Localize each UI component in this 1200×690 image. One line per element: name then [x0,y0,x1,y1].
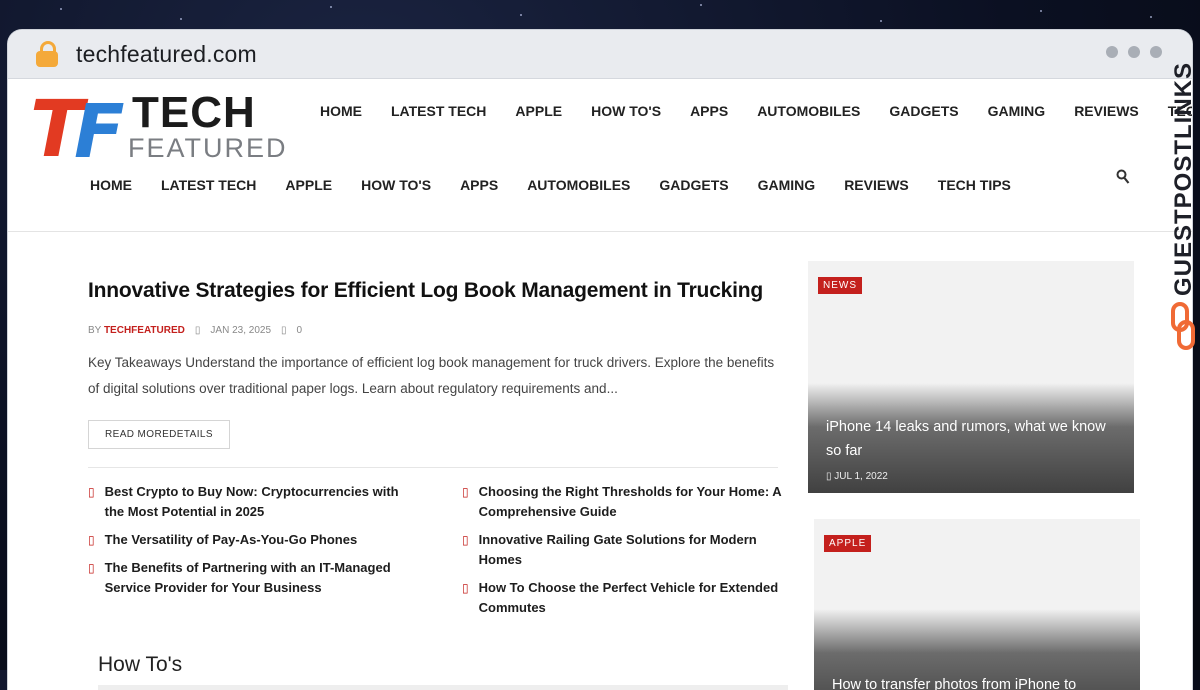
section-heading-bar [98,685,788,690]
web-page: T F TECH FEATURED HOME LATEST TECH APPLE… [8,79,1192,690]
featured-post: Innovative Strategies for Efficient Log … [88,279,788,626]
nav-gadgets[interactable]: GADGETS [889,103,958,119]
nav-apple[interactable]: APPLE [515,103,562,119]
logo-word-tech: TECH [132,88,256,137]
nav-tech-tips[interactable]: TECH TIPS [938,177,1011,193]
read-more-button[interactable]: READ MOREDETAILS [88,420,230,449]
post-meta: BY TECHFEATURED ▯ JAN 23, 2025 ▯ 0 [88,325,788,336]
side-card-news[interactable]: NEWS iPhone 14 leaks and rumors, what we… [808,261,1134,493]
clock-icon: ▯ [194,325,201,336]
section-heading: How To's [98,653,183,676]
nav-home[interactable]: HOME [320,103,362,119]
nav-latest-tech[interactable]: LATEST TECH [161,177,256,193]
card-title[interactable]: iPhone 14 leaks and rumors, what we know… [826,415,1120,463]
side-card-apple[interactable]: APPLE How to transfer photos from iPhone… [814,519,1140,690]
nav-reviews[interactable]: REVIEWS [1074,103,1139,119]
nav-reviews[interactable]: REVIEWS [844,177,909,193]
main-nav: HOME LATEST TECH APPLE HOW TO'S APPS AUT… [90,177,1011,193]
address-bar[interactable]: techfeatured.com [8,30,1192,79]
related-column-right: ▯ Choosing the Right Thresholds for Your … [462,482,788,626]
bullet-icon: ▯ [88,561,95,575]
nav-latest-tech[interactable]: LATEST TECH [391,103,486,119]
url-text[interactable]: techfeatured.com [76,41,257,68]
chain-link-icon [1171,302,1195,350]
lock-icon [36,41,58,67]
post-excerpt: Key Takeaways Understand the importance … [88,355,775,396]
section-divider [88,467,778,468]
bullet-icon: ▯ [462,533,469,547]
search-icon[interactable] [1116,169,1130,190]
related-link[interactable]: ▯ The Benefits of Partnering with an IT-M… [88,558,414,598]
card-title[interactable]: How to transfer photos from iPhone to Co… [832,673,1126,690]
logo-mark-f: F [74,89,125,175]
post-title[interactable]: Innovative Strategies for Efficient Log … [88,279,788,303]
comment-icon: ▯ [281,325,287,336]
window-dot-icon[interactable] [1150,46,1162,58]
nav-gaming[interactable]: GAMING [988,103,1046,119]
bullet-icon: ▯ [462,485,469,499]
logo-word-featured: FEATURED [128,133,288,163]
window-dot-icon[interactable] [1128,46,1140,58]
bullet-icon: ▯ [88,533,95,547]
related-link[interactable]: ▯ Innovative Railing Gate Solutions for M… [462,530,788,570]
top-nav: HOME LATEST TECH APPLE HOW TO'S APPS AUT… [320,103,1192,119]
nav-gaming[interactable]: GAMING [758,177,816,193]
category-badge[interactable]: NEWS [818,277,862,294]
related-link[interactable]: ▯ The Versatility of Pay-As-You-Go Phones [88,530,414,550]
window-controls [1106,46,1162,58]
window-dot-icon[interactable] [1106,46,1118,58]
by-label: BY [88,325,102,336]
related-column-left: ▯ Best Crypto to Buy Now: Cryptocurrencie… [88,482,414,626]
bullet-icon: ▯ [88,485,95,499]
related-link[interactable]: ▯ Choosing the Right Thresholds for Your … [462,482,788,522]
nav-how-tos[interactable]: HOW TO'S [361,177,431,193]
related-link[interactable]: ▯ Best Crypto to Buy Now: Cryptocurrencie… [88,482,414,522]
nav-apps[interactable]: APPS [690,103,728,119]
post-date: JAN 23, 2025 [210,325,272,336]
header-divider [8,231,1192,232]
card-date: ▯ JUL 1, 2022 [826,471,888,482]
post-author[interactable]: TECHFEATURED [104,325,185,336]
nav-automobiles[interactable]: AUTOMOBILES [757,103,860,119]
related-links: ▯ Best Crypto to Buy Now: Cryptocurrencie… [88,482,788,626]
bullet-icon: ▯ [462,581,469,595]
category-badge[interactable]: APPLE [824,535,872,552]
related-link[interactable]: ▯ How To Choose the Perfect Vehicle for E… [462,578,788,618]
nav-how-tos[interactable]: HOW TO'S [591,103,661,119]
watermark-text: GUESTPOSTLINKS [1170,61,1197,297]
browser-window: techfeatured.com T F TECH FEATURED HOME … [8,30,1192,690]
nav-apps[interactable]: APPS [460,177,498,193]
nav-gadgets[interactable]: GADGETS [659,177,728,193]
site-logo[interactable]: T F TECH FEATURED [30,89,310,179]
nav-automobiles[interactable]: AUTOMOBILES [527,177,630,193]
nav-home[interactable]: HOME [90,177,132,193]
comment-count[interactable]: 0 [297,325,303,336]
nav-apple[interactable]: APPLE [285,177,332,193]
